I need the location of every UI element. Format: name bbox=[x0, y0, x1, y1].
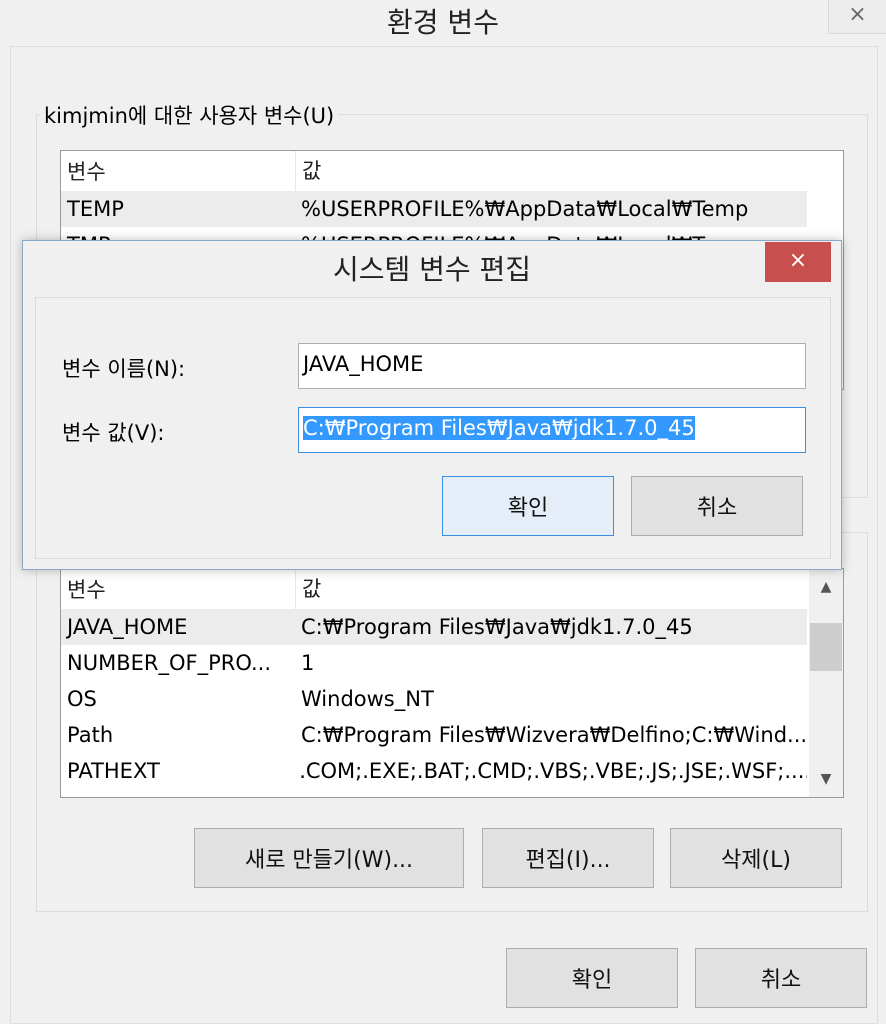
variable-name: NUMBER_OF_PRO... bbox=[67, 651, 272, 675]
variable-value: C:₩Program Files₩Wizvera₩Delfino;C:₩Wind… bbox=[300, 723, 807, 747]
delete-variable-button[interactable]: 삭제(L) bbox=[670, 828, 842, 888]
column-header-name[interactable]: 변수 bbox=[61, 574, 295, 604]
variable-value: .COM;.EXE;.BAT;.CMD;.VBS;.VBE;.JS;.JSE;.… bbox=[299, 759, 807, 783]
variable-name: JAVA_HOME bbox=[67, 615, 188, 639]
variable-name-label: 변수 이름(N): bbox=[62, 357, 186, 381]
table-row[interactable]: JAVA_HOME C:₩Program Files₩Java₩jdk1.7.0… bbox=[61, 609, 807, 645]
dialog-close-button[interactable]: × bbox=[765, 242, 831, 282]
user-variables-label: kimjmin에 대한 사용자 변수(U) bbox=[40, 103, 339, 129]
column-header-name[interactable]: 변수 bbox=[61, 156, 295, 186]
variable-name: Path bbox=[67, 723, 114, 747]
variable-value: Windows_NT bbox=[301, 687, 434, 711]
selected-value-text: C:₩Program Files₩Java₩jdk1.7.0_45 bbox=[303, 416, 695, 440]
system-variables-list[interactable]: 변수 값 JAVA_HOME C:₩Program Files₩Java₩jdk… bbox=[60, 568, 844, 798]
list-header: 변수 값 bbox=[61, 151, 807, 191]
close-icon: × bbox=[788, 248, 808, 273]
edit-system-variable-dialog: 시스템 변수 편집 × 변수 이름(N): JAVA_HOME 변수 값(V):… bbox=[22, 240, 842, 570]
list-header: 변수 값 bbox=[61, 569, 807, 609]
window-close-button[interactable]: × bbox=[828, 0, 886, 34]
dialog-ok-button[interactable]: 확인 bbox=[442, 476, 614, 536]
table-row[interactable]: NUMBER_OF_PRO... 1 bbox=[61, 645, 807, 681]
table-row[interactable]: PATHEXT .COM;.EXE;.BAT;.CMD;.VBS;.VBE;.J… bbox=[61, 753, 807, 789]
variable-value: 1 bbox=[301, 651, 315, 675]
ok-button[interactable]: 확인 bbox=[506, 948, 678, 1008]
table-row[interactable]: TEMP %USERPROFILE%₩AppData₩Local₩Temp bbox=[61, 191, 807, 227]
dialog-body: 변수 이름(N): JAVA_HOME 변수 값(V): C:₩Program … bbox=[35, 297, 831, 559]
variable-value-label: 변수 값(V): bbox=[62, 421, 165, 445]
table-row[interactable]: Path C:₩Program Files₩Wizvera₩Delfino;C:… bbox=[61, 717, 807, 753]
variable-value: %USERPROFILE%₩AppData₩Local₩Temp bbox=[301, 197, 749, 221]
column-header-value[interactable]: 값 bbox=[295, 151, 321, 191]
close-icon: × bbox=[848, 2, 867, 27]
scrollbar-thumb[interactable] bbox=[810, 623, 842, 671]
dialog-title: 시스템 변수 편집 bbox=[332, 253, 532, 286]
dialog-cancel-button[interactable]: 취소 bbox=[631, 476, 803, 536]
scroll-down-icon[interactable]: ▼ bbox=[810, 763, 842, 795]
new-variable-button[interactable]: 새로 만들기(W)... bbox=[194, 828, 464, 888]
edit-variable-button[interactable]: 편집(I)... bbox=[482, 828, 654, 888]
column-header-value[interactable]: 값 bbox=[295, 569, 321, 609]
window-title: 환경 변수 bbox=[387, 6, 499, 39]
cancel-button[interactable]: 취소 bbox=[695, 948, 867, 1008]
vertical-scrollbar[interactable]: ▲ ▼ bbox=[809, 569, 843, 797]
scroll-up-icon[interactable]: ▲ bbox=[810, 571, 842, 603]
variable-value: C:₩Program Files₩Java₩jdk1.7.0_45 bbox=[301, 615, 693, 639]
variable-name-field[interactable]: JAVA_HOME bbox=[298, 343, 806, 389]
variable-name: PATHEXT bbox=[67, 759, 160, 783]
variable-name: OS bbox=[67, 687, 97, 711]
variable-value-field[interactable]: C:₩Program Files₩Java₩jdk1.7.0_45 bbox=[298, 407, 806, 453]
variable-name: TEMP bbox=[67, 197, 124, 221]
table-row[interactable]: OS Windows_NT bbox=[61, 681, 807, 717]
